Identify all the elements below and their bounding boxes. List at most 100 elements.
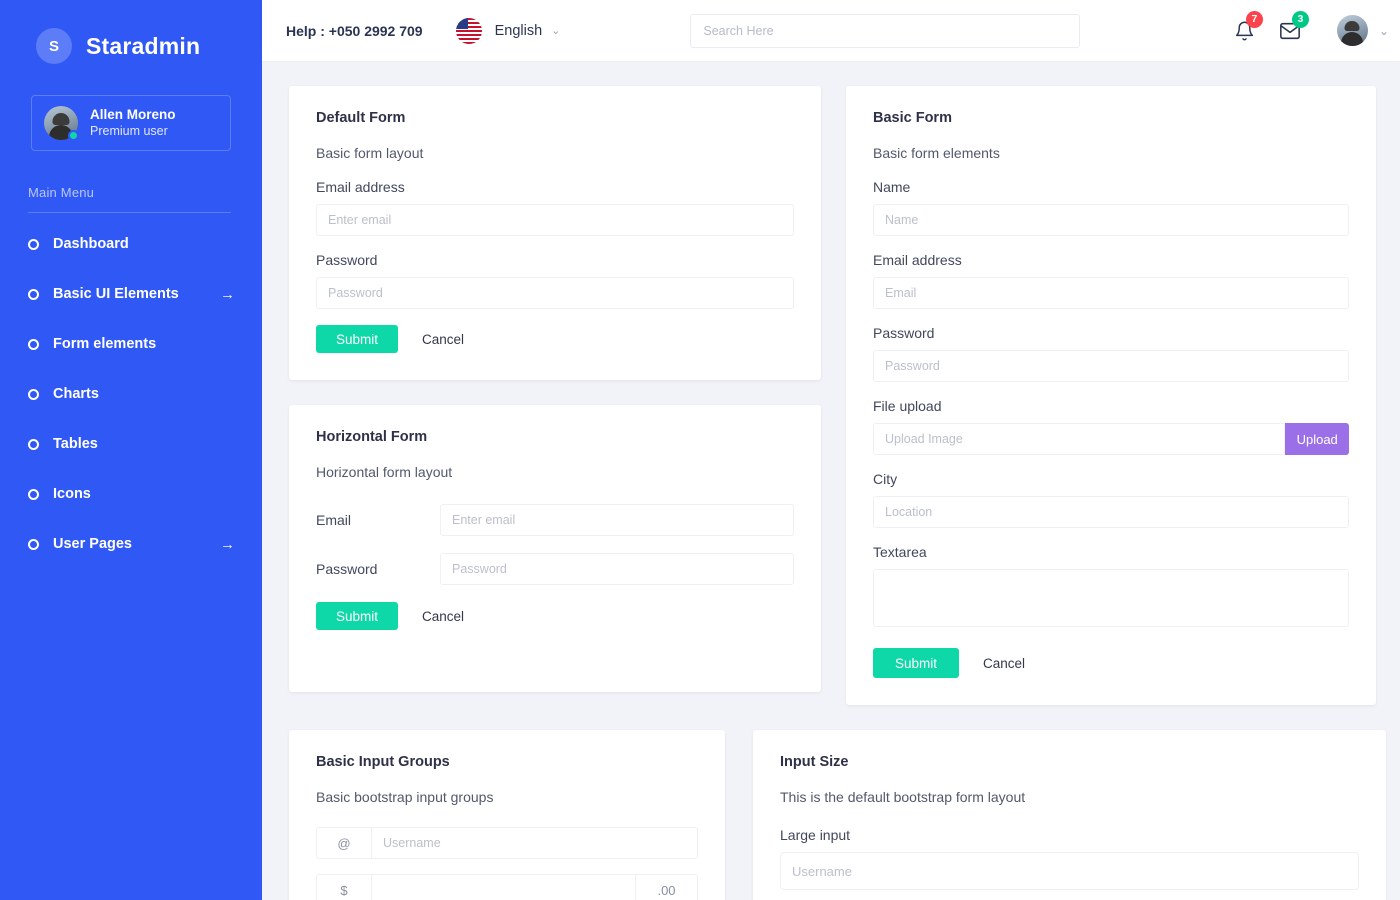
cents-addon: .00 bbox=[636, 874, 698, 900]
textarea-label: Textarea bbox=[873, 544, 927, 560]
textarea-input[interactable] bbox=[873, 569, 1349, 627]
card-basic-form: Basic Form Basic form elements Name Emai… bbox=[846, 86, 1376, 705]
form-actions: Submit Cancel bbox=[873, 648, 1349, 678]
sidebar-item-label: Basic UI Elements bbox=[53, 286, 179, 302]
cancel-button[interactable]: Cancel bbox=[406, 325, 480, 353]
chevron-down-icon: ⌄ bbox=[551, 25, 561, 37]
field-city: City bbox=[873, 471, 1349, 528]
left-column: Default Form Basic form layout Email add… bbox=[289, 86, 821, 692]
field-email: Email bbox=[316, 504, 794, 536]
card-subtitle: Horizontal form layout bbox=[316, 464, 453, 480]
large-input[interactable] bbox=[780, 852, 1359, 890]
sidebar-item-label: Tables bbox=[53, 436, 98, 452]
sidebar-nav: Dashboard Basic UI Elements → Form eleme… bbox=[0, 219, 262, 569]
field-file-upload: File upload Upload bbox=[873, 398, 1349, 455]
language-selector[interactable]: English ⌄ bbox=[455, 17, 561, 44]
content-area: Default Form Basic form layout Email add… bbox=[262, 62, 1400, 900]
dollar-symbol-addon: $ bbox=[316, 874, 371, 900]
language-label: English bbox=[494, 22, 543, 39]
sidebar-item-label: Dashboard bbox=[53, 236, 129, 252]
large-input-label: Large input bbox=[780, 827, 851, 843]
app-root: S Staradmin Allen Moreno Premium user Ma… bbox=[0, 0, 1400, 900]
field-textarea: Textarea bbox=[873, 544, 1349, 632]
password-input[interactable] bbox=[316, 277, 794, 309]
form-actions: Submit Cancel bbox=[316, 602, 794, 630]
password-label: Password bbox=[316, 252, 378, 268]
topbar: Help : +050 2992 709 English ⌄ 7 bbox=[262, 0, 1400, 62]
sidebar-item-icons[interactable]: Icons bbox=[0, 469, 262, 519]
brand-logo-icon: S bbox=[36, 28, 72, 64]
card-subtitle: Basic form elements bbox=[873, 145, 1000, 161]
field-email: Email address bbox=[873, 252, 1349, 309]
sidebar-item-charts[interactable]: Charts bbox=[0, 369, 262, 419]
profile-avatar[interactable] bbox=[1336, 15, 1368, 46]
search-container bbox=[690, 13, 1081, 48]
messages-badge: 3 bbox=[1291, 10, 1309, 28]
upload-button[interactable]: Upload bbox=[1285, 423, 1349, 455]
profile-chevron-down-icon[interactable]: ⌄ bbox=[1379, 24, 1389, 38]
username-input[interactable] bbox=[371, 827, 698, 859]
menu-divider bbox=[28, 212, 231, 213]
amount-input[interactable] bbox=[371, 874, 636, 900]
submit-button[interactable]: Submit bbox=[873, 648, 960, 678]
sidebar-item-label: Form elements bbox=[53, 336, 157, 352]
sidebar-item-basic-ui-elements[interactable]: Basic UI Elements → bbox=[0, 269, 262, 319]
submit-button[interactable]: Submit bbox=[316, 602, 399, 630]
arrow-right-icon: → bbox=[220, 285, 235, 303]
sidebar-item-tables[interactable]: Tables bbox=[0, 419, 262, 469]
menu-section-label: Main Menu bbox=[28, 185, 95, 200]
email-label: Email address bbox=[316, 179, 405, 195]
file-upload-label: File upload bbox=[873, 398, 942, 414]
at-symbol-addon: @ bbox=[316, 827, 371, 859]
input-group-amount: $ .00 bbox=[316, 874, 698, 900]
card-subtitle: This is the default bootstrap form layou… bbox=[780, 789, 1026, 805]
password-label: Password bbox=[316, 561, 378, 577]
email-input[interactable] bbox=[440, 504, 794, 536]
sidebar-item-label: User Pages bbox=[53, 536, 132, 552]
messages-button[interactable]: 3 bbox=[1279, 10, 1309, 42]
field-name: Name bbox=[873, 179, 1349, 236]
sidebar-item-form-elements[interactable]: Form elements bbox=[0, 319, 262, 369]
circle-bullet-icon bbox=[28, 288, 39, 300]
arrow-right-icon: → bbox=[220, 535, 235, 553]
submit-button[interactable]: Submit bbox=[316, 325, 399, 353]
city-label: City bbox=[873, 471, 898, 487]
notifications-button[interactable]: 7 bbox=[1234, 10, 1263, 42]
password-input[interactable] bbox=[873, 350, 1349, 382]
sidebar-profile[interactable]: Allen Moreno Premium user bbox=[31, 95, 231, 151]
card-subtitle: Basic form layout bbox=[316, 145, 424, 161]
sidebar-item-label: Charts bbox=[53, 386, 99, 402]
notifications-badge: 7 bbox=[1245, 10, 1263, 28]
card-title: Default Form bbox=[316, 110, 406, 126]
us-flag-icon bbox=[455, 17, 482, 44]
field-large-input: Large input bbox=[780, 827, 1359, 890]
card-subtitle: Basic bootstrap input groups bbox=[316, 789, 494, 805]
main-area: Help : +050 2992 709 English ⌄ 7 bbox=[262, 0, 1400, 900]
card-title: Basic Input Groups bbox=[316, 754, 450, 770]
cancel-button[interactable]: Cancel bbox=[406, 602, 480, 630]
password-input[interactable] bbox=[440, 553, 794, 585]
card-default-form: Default Form Basic form layout Email add… bbox=[289, 86, 821, 380]
email-input[interactable] bbox=[316, 204, 794, 236]
profile-role: Premium user bbox=[90, 123, 168, 138]
help-phone: Help : +050 2992 709 bbox=[286, 22, 423, 39]
email-input[interactable] bbox=[873, 277, 1349, 309]
profile-name: Allen Moreno bbox=[90, 106, 176, 122]
card-basic-input-groups: Basic Input Groups Basic bootstrap input… bbox=[289, 730, 725, 900]
circle-bullet-icon bbox=[28, 338, 39, 350]
card-title: Horizontal Form bbox=[316, 429, 428, 445]
cancel-button[interactable]: Cancel bbox=[967, 649, 1041, 677]
email-label: Email bbox=[316, 512, 352, 528]
name-input[interactable] bbox=[873, 204, 1349, 236]
search-input[interactable] bbox=[690, 13, 1081, 48]
brand[interactable]: S Staradmin bbox=[0, 0, 262, 72]
circle-bullet-icon bbox=[28, 238, 39, 250]
form-actions: Submit Cancel bbox=[316, 325, 794, 353]
card-title: Basic Form bbox=[873, 110, 952, 126]
city-input[interactable] bbox=[873, 496, 1349, 528]
sidebar-item-user-pages[interactable]: User Pages → bbox=[0, 519, 262, 569]
right-column: Basic Form Basic form elements Name Emai… bbox=[846, 86, 1376, 705]
file-upload-input[interactable] bbox=[873, 423, 1286, 455]
sidebar-item-dashboard[interactable]: Dashboard bbox=[0, 219, 262, 269]
field-password: Password bbox=[316, 553, 794, 585]
